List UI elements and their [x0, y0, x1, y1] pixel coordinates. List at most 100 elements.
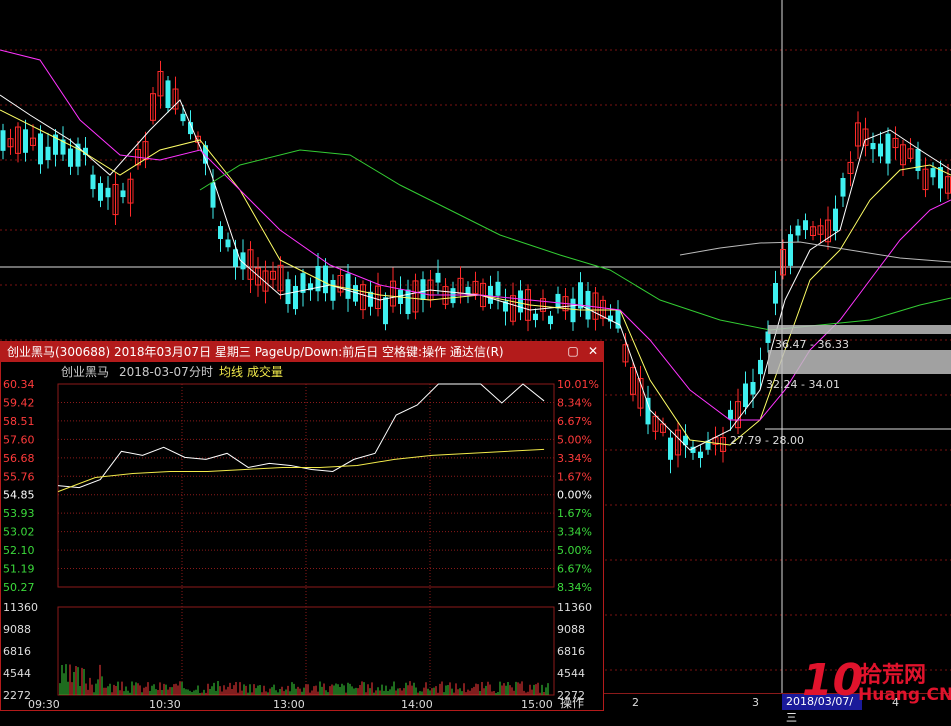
price-tick-label: 53.93 [3, 507, 35, 520]
candle-body [218, 226, 223, 240]
watermark-logo: 10 拾荒网 Huang.CN [800, 655, 951, 711]
candle-body [803, 220, 808, 231]
price-tick-label: 56.68 [3, 452, 35, 465]
candle-body [180, 113, 186, 122]
candle-body [45, 146, 51, 161]
candle-body [870, 143, 876, 150]
candle-body [420, 279, 426, 301]
candle-body [225, 239, 231, 248]
volume-tick-label-right: 6816 [557, 645, 585, 658]
candle-body [773, 282, 778, 304]
avg-price-line [57, 448, 545, 493]
volume-tick-label: 4544 [3, 667, 31, 680]
pct-tick-label: 6.67% [557, 415, 592, 428]
candle-body [518, 290, 523, 313]
candle-body [728, 409, 733, 420]
close-icon[interactable]: ✕ [587, 345, 599, 357]
header-avg-label: 均线 [219, 365, 243, 379]
gray-band [768, 350, 951, 374]
popup-title: 创业黑马(300688) 2018年03月07日 星期三 PageUp/Down… [1, 342, 603, 362]
price-line [57, 383, 545, 489]
candle-body [750, 382, 756, 395]
op-label[interactable]: 操作 [560, 694, 584, 711]
candle-body [345, 273, 351, 299]
candle-body [743, 383, 748, 408]
price-tick-label: 52.10 [3, 544, 35, 557]
price-label: 32.24 - 34.01 [766, 378, 840, 391]
candle-body [210, 182, 216, 208]
candle-body [68, 148, 73, 167]
price-tick-label: 54.85 [3, 489, 35, 502]
watermark-number: 10 [802, 655, 864, 706]
candle-body [23, 129, 28, 153]
candle-body [435, 272, 441, 283]
volume-tick-label: 2272 [3, 689, 31, 702]
price-tick-label: 60.34 [3, 378, 35, 391]
price-tick-label: 58.51 [3, 415, 35, 428]
candle-body [450, 288, 456, 304]
candle-body [90, 174, 96, 190]
volume-tick-label-right: 11360 [557, 601, 592, 614]
pct-tick-label: 0.00% [557, 489, 592, 502]
time-tick-label: 14:00 [401, 698, 433, 710]
candle-body [120, 190, 126, 198]
price-tick-label: 53.02 [3, 526, 35, 539]
candle-body [285, 279, 291, 305]
candle-body [165, 80, 171, 108]
candle-body [533, 313, 538, 321]
candle-body [293, 285, 298, 310]
candle-body [570, 298, 576, 323]
price-tick-label: 59.42 [3, 396, 35, 409]
pct-tick-label: 8.34% [557, 581, 592, 594]
time-tick-label: 10:30 [149, 698, 181, 710]
intraday-popup[interactable]: 创业黑马(300688) 2018年03月07日 星期三 PageUp/Down… [0, 341, 604, 711]
volume-tick-label: 9088 [3, 623, 31, 636]
header-mode: 分时 [189, 365, 213, 379]
candle-body [878, 143, 883, 157]
header-stock-name: 创业黑马 [61, 365, 109, 379]
restore-icon[interactable]: ▢ [567, 345, 579, 357]
gray-band [768, 325, 951, 334]
candle-body [698, 451, 703, 459]
volume-tick-label-right: 4544 [557, 667, 585, 680]
watermark-text-bottom: Huang.CN [858, 685, 951, 705]
candle-body [788, 234, 793, 266]
price-tick-label: 55.76 [3, 470, 35, 483]
ma120-line [679, 241, 951, 263]
candle-body [383, 297, 388, 325]
header-vol-label: 成交量 [247, 364, 283, 379]
candle-body [38, 133, 43, 165]
time-tick-label: 09:30 [28, 698, 60, 710]
pct-tick-label: 1.67% [557, 470, 592, 483]
candle-body [555, 293, 561, 309]
candle-body [758, 359, 763, 375]
candle-body [930, 168, 936, 178]
tab-3[interactable]: 3 [752, 696, 759, 709]
pct-tick-label: 6.67% [557, 563, 592, 576]
volume-tick-label-right: 9088 [557, 623, 585, 636]
pct-tick-label: 5.00% [557, 433, 592, 446]
candle-body [405, 289, 411, 315]
pct-tick-label: 3.34% [557, 526, 592, 539]
price-label: 36.47 - 36.33 [775, 338, 849, 351]
candle-body [98, 183, 103, 201]
price-tick-label: 57.60 [3, 433, 35, 446]
volume-tick-label: 11360 [3, 601, 38, 614]
candle-body [323, 265, 328, 294]
candle-body [488, 285, 493, 304]
tab-2[interactable]: 2 [632, 696, 639, 709]
pct-tick-label: 3.34% [557, 452, 592, 465]
candle-body [645, 397, 651, 425]
pct-tick-label: 5.00% [557, 544, 592, 557]
candle-body [833, 208, 838, 232]
candle-body [330, 279, 336, 301]
candle-body [0, 130, 6, 151]
pct-tick-label: 8.34% [557, 396, 592, 409]
pct-tick-label: 1.67% [557, 507, 592, 520]
candle-body [368, 291, 373, 307]
candle-body [585, 290, 591, 320]
candle-body [795, 225, 801, 236]
time-tick-label: 13:00 [273, 698, 305, 710]
header-date: 2018-03-07 [119, 365, 189, 379]
price-label: 27.79 - 28.00 [730, 434, 804, 447]
